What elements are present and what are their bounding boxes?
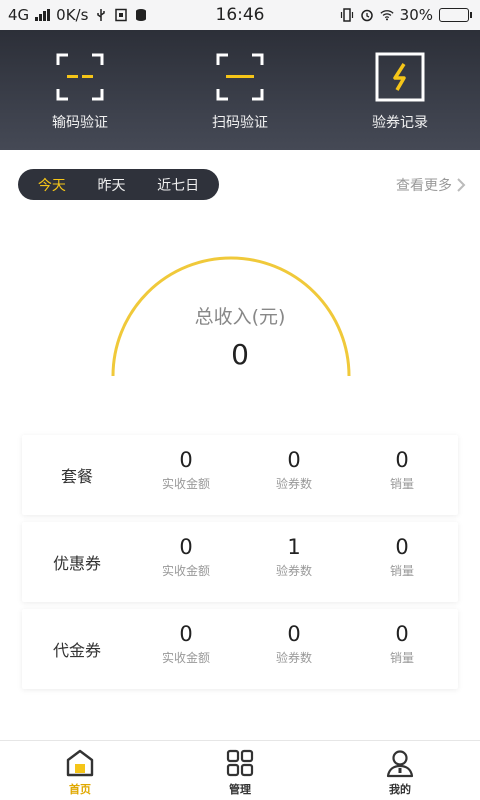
tab-last-seven-days[interactable]: 近七日 xyxy=(151,175,205,195)
metric-vouchers: 0 验券数 xyxy=(239,447,349,492)
battery-icon xyxy=(439,8,472,22)
metric-sales: 0 销量 xyxy=(347,447,457,492)
metric-label: 销量 xyxy=(389,564,414,578)
grid-icon xyxy=(226,749,254,777)
card-cash-voucher[interactable]: 代金券 0 实收金额 0 验券数 0 销量 xyxy=(22,609,458,689)
bottom-navigation: 首页 管理 我的 xyxy=(0,740,480,800)
card-name: 套餐 xyxy=(60,467,93,486)
network-type: 4G xyxy=(8,6,30,24)
metric-value: 0 xyxy=(395,622,409,646)
wifi-icon xyxy=(380,10,394,21)
alarm-icon xyxy=(360,9,373,22)
sim-icon xyxy=(115,8,128,22)
code-verify-label: 输码验证 xyxy=(52,115,108,131)
status-bar: 4G 0K/s 16:46 30% xyxy=(0,0,480,30)
nav-mine[interactable]: 我的 xyxy=(340,741,460,800)
signal-icon xyxy=(35,9,51,21)
metric-sales: 0 销量 xyxy=(347,621,457,666)
user-icon xyxy=(386,750,414,778)
scan-verify-button[interactable]: 扫码验证 xyxy=(170,30,310,132)
network-speed: 0K/s xyxy=(56,6,89,24)
metric-revenue: 0 实收金额 xyxy=(131,534,241,579)
total-revenue-value: 0 xyxy=(231,338,249,371)
card-package[interactable]: 套餐 0 实收金额 0 验券数 0 销量 xyxy=(22,435,458,515)
metric-value: 0 xyxy=(179,535,193,559)
metric-label: 实收金额 xyxy=(161,477,210,491)
metric-vouchers: 1 验券数 xyxy=(239,534,349,579)
voucher-record-button[interactable]: 验券记录 xyxy=(330,30,470,132)
nav-mine-label: 我的 xyxy=(389,783,411,796)
metric-value: 0 xyxy=(395,535,409,559)
card-name: 优惠券 xyxy=(52,554,101,573)
status-right: 30% xyxy=(340,6,472,24)
nav-home[interactable]: 首页 xyxy=(20,741,140,800)
code-verify-button[interactable]: 输码验证 xyxy=(10,30,150,132)
metric-label: 验券数 xyxy=(275,651,312,665)
usb-icon xyxy=(97,9,106,21)
nav-manage-label: 管理 xyxy=(229,783,251,796)
chevron-right-icon xyxy=(457,178,466,192)
vibrate-icon xyxy=(340,8,353,22)
metric-value: 0 xyxy=(287,622,301,646)
metric-label: 实收金额 xyxy=(161,564,210,578)
scan-verify-icon xyxy=(216,53,264,101)
metric-label: 验券数 xyxy=(275,564,312,578)
code-verify-icon xyxy=(56,53,104,101)
storage-icon xyxy=(136,9,147,21)
metric-sales: 0 销量 xyxy=(347,534,457,579)
nav-home-label: 首页 xyxy=(69,783,91,796)
metric-label: 销量 xyxy=(389,651,414,665)
view-more-label: 查看更多 xyxy=(396,178,452,194)
metric-value: 0 xyxy=(179,448,193,472)
metric-value: 0 xyxy=(395,448,409,472)
quick-actions-header: 输码验证 扫码验证 验券记录 xyxy=(0,30,480,150)
home-icon xyxy=(66,749,94,777)
tab-yesterday[interactable]: 昨天 xyxy=(91,175,131,195)
view-more-link[interactable]: 查看更多 xyxy=(396,175,466,195)
nav-manage[interactable]: 管理 xyxy=(180,741,300,800)
metric-label: 实收金额 xyxy=(161,651,210,665)
voucher-record-icon xyxy=(375,52,425,102)
metric-value: 0 xyxy=(179,622,193,646)
metric-label: 验券数 xyxy=(275,477,312,491)
period-tabs: 今天 昨天 近七日 xyxy=(18,169,219,200)
tab-today[interactable]: 今天 xyxy=(32,175,72,195)
voucher-record-label: 验券记录 xyxy=(372,115,428,131)
metric-vouchers: 0 验券数 xyxy=(239,621,349,666)
card-name: 代金券 xyxy=(52,641,101,660)
metric-revenue: 0 实收金额 xyxy=(131,447,241,492)
card-coupon[interactable]: 优惠券 0 实收金额 1 验券数 0 销量 xyxy=(22,522,458,602)
metric-label: 销量 xyxy=(389,477,414,491)
metric-revenue: 0 实收金额 xyxy=(131,621,241,666)
metric-value: 0 xyxy=(287,448,301,472)
metric-value: 1 xyxy=(287,535,301,559)
status-left: 4G 0K/s xyxy=(8,6,148,24)
battery-percent: 30% xyxy=(399,6,433,24)
scan-verify-label: 扫码验证 xyxy=(212,115,268,131)
total-revenue-title: 总收入(元) xyxy=(194,306,286,328)
